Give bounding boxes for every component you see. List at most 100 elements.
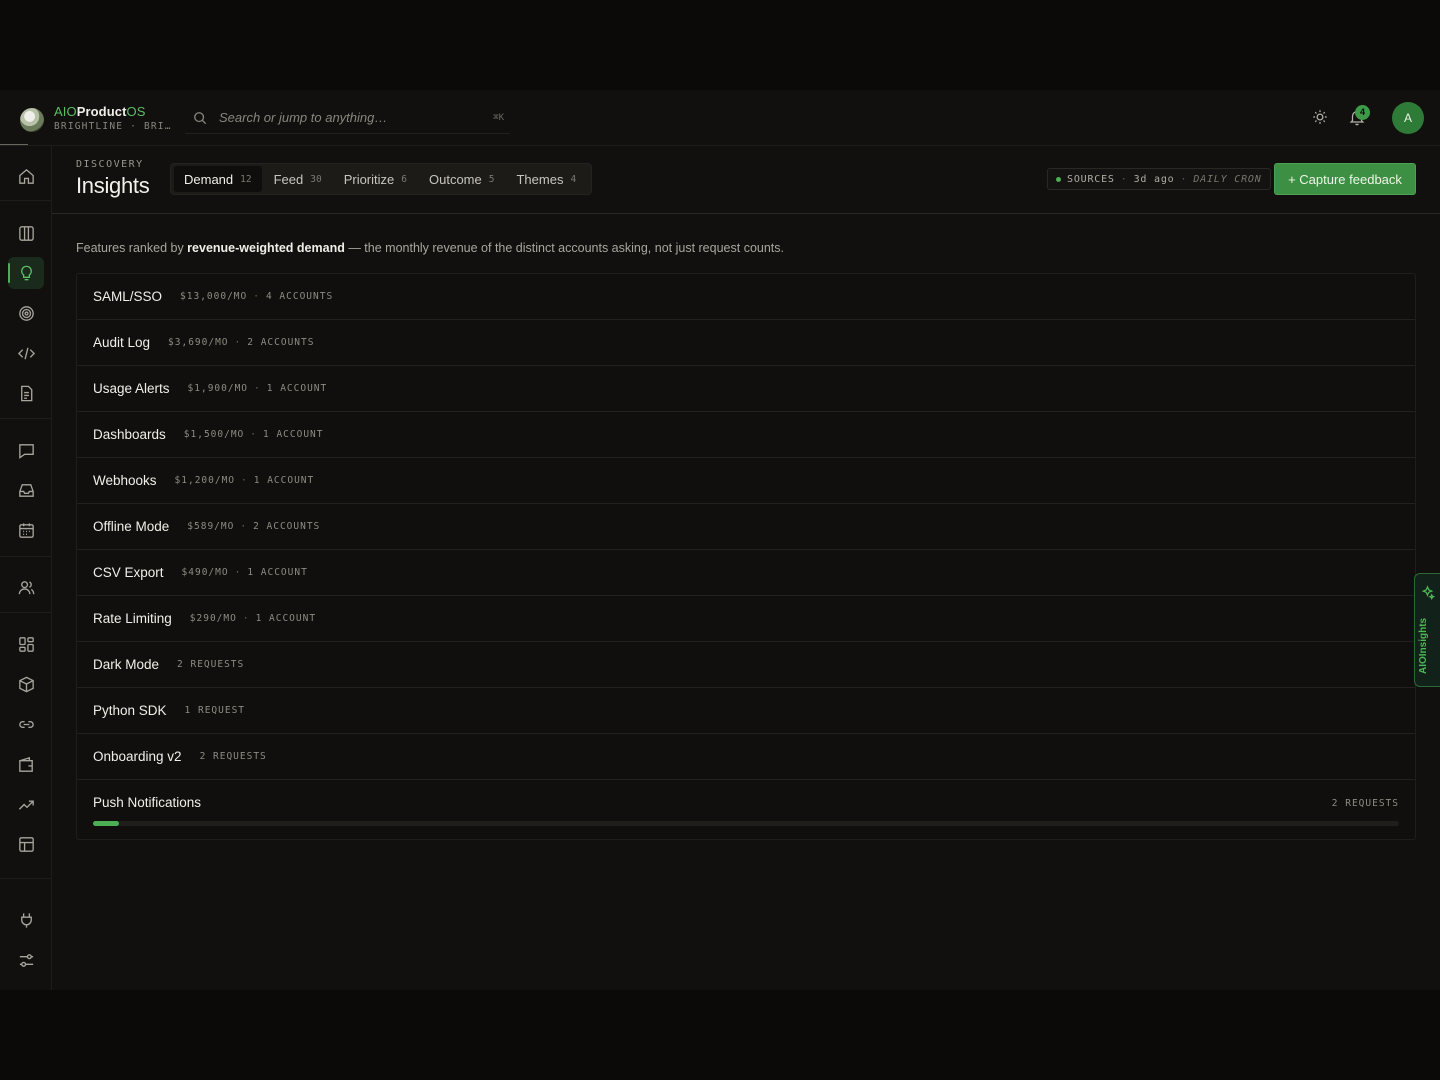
feature-name: Rate Limiting: [93, 611, 172, 626]
list-item[interactable]: Onboarding v2 2 REQUESTS: [77, 734, 1415, 780]
search-icon: [194, 111, 207, 124]
inbox-icon: [18, 483, 34, 497]
sidebar-item-inbox[interactable]: [8, 474, 44, 506]
feature-meta: $490/MO · 1 ACCOUNT: [181, 567, 308, 578]
list-item[interactable]: Webhooks $1,200/MO · 1 ACCOUNT: [77, 458, 1415, 504]
feature-name: Dashboards: [93, 427, 166, 442]
sliders-icon: [19, 953, 33, 967]
sidebar-item-trends[interactable]: [8, 788, 44, 820]
target-icon: [18, 305, 34, 321]
app-window: AIOProductOS BRIGHTLINE · BRI… Search or…: [0, 90, 1440, 990]
feature-meta: $290/MO · 1 ACCOUNT: [189, 613, 317, 624]
trending-up-icon: [18, 800, 34, 810]
demand-progress-fill: [93, 821, 120, 826]
home-icon: [18, 168, 34, 184]
sidebar-divider: [0, 556, 52, 557]
message-icon: [18, 443, 34, 459]
sidebar-item-packages[interactable]: [8, 668, 44, 700]
sidebar-item-calendar[interactable]: [8, 514, 44, 546]
list-item[interactable]: Offline Mode $589/MO · 2 ACCOUNTS: [77, 504, 1415, 550]
top-bar: AIOProductOS BRIGHTLINE · BRI… Search or…: [0, 90, 1440, 146]
page-title: Insights: [76, 173, 150, 198]
feature-meta: $589/MO · 2 ACCOUNTS: [187, 521, 321, 532]
list-item[interactable]: Dashboards $1,500/MO · 1 ACCOUNT: [77, 412, 1415, 458]
intro-text: Features ranked by revenue-weighted dema…: [76, 241, 784, 255]
document-icon: [20, 385, 32, 401]
link-icon: [18, 720, 34, 728]
sidebar: [0, 146, 52, 990]
main-content: DISCOVERY Insights Demand 12 Feed 30 Prior…: [52, 146, 1440, 990]
feature-name: Offline Mode: [93, 519, 170, 534]
search-placeholder: Search or jump to anything…: [219, 110, 388, 125]
feature-meta: $3,690/MO · 2 ACCOUNTS: [168, 337, 315, 348]
sun-icon[interactable]: [1311, 108, 1329, 126]
sidebar-divider: [0, 200, 52, 201]
sidebar-divider: [0, 612, 52, 613]
tab-outcome[interactable]: Outcome 5: [419, 166, 504, 192]
tab-demand[interactable]: Demand 12: [174, 166, 262, 192]
tab-prioritize[interactable]: Prioritize 6: [334, 166, 417, 192]
sidebar-item-links[interactable]: [8, 708, 44, 740]
feature-name: Python SDK: [93, 703, 167, 718]
list-item[interactable]: Push Notifications 2 REQUESTS: [77, 780, 1415, 840]
cube-icon: [18, 676, 34, 692]
list-item[interactable]: Rate Limiting $290/MO · 1 ACCOUNT: [77, 596, 1415, 642]
feature-meta: $1,900/MO · 1 ACCOUNT: [187, 383, 328, 394]
sidebar-item-home[interactable]: [8, 160, 44, 192]
sidebar-item-docs[interactable]: [8, 377, 44, 409]
list-item[interactable]: Python SDK 1 REQUEST: [77, 688, 1415, 734]
brand-divider: [0, 144, 28, 145]
list-item[interactable]: SAML/SSO $13,000/MO · 4 ACCOUNTS: [77, 274, 1415, 320]
feature-name: Usage Alerts: [93, 381, 170, 396]
tab-themes[interactable]: Themes 4: [506, 166, 586, 192]
sidebar-item-wallet[interactable]: [8, 748, 44, 780]
sidebar-divider: [0, 878, 52, 879]
tab-bar: Demand 12 Feed 30 Prioritize 6 Outcome 5 The…: [170, 163, 593, 195]
feature-name: Webhooks: [93, 473, 157, 488]
capture-feedback-button[interactable]: + Capture feedback: [1274, 163, 1416, 195]
status-dot: [1056, 176, 1061, 182]
sidebar-item-widgets[interactable]: [8, 628, 44, 660]
search-shortcut: ⌘K: [493, 112, 504, 123]
table-icon: [18, 836, 34, 852]
sidebar-item-people[interactable]: [8, 571, 44, 603]
demand-list: SAML/SSO $13,000/MO · 4 ACCOUNTS Audit Log…: [76, 273, 1416, 840]
feature-name: Audit Log: [93, 335, 151, 350]
sidebar-item-messages[interactable]: [8, 434, 44, 466]
sidebar-item-board[interactable]: [8, 217, 44, 249]
lightbulb-icon: [20, 265, 32, 280]
side-panel-label: AIOInsights: [1418, 617, 1429, 674]
sidebar-item-goals[interactable]: [8, 297, 44, 329]
aioinsights-panel-toggle[interactable]: AIOInsights: [1414, 573, 1440, 687]
feature-meta: 2 REQUESTS: [177, 659, 245, 670]
brand[interactable]: AIOProductOS BRIGHTLINE · BRI…: [20, 104, 172, 132]
list-item[interactable]: Usage Alerts $1,900/MO · 1 ACCOUNT: [77, 366, 1415, 412]
list-item[interactable]: Audit Log $3,690/MO · 2 ACCOUNTS: [77, 320, 1415, 366]
list-item[interactable]: Dark Mode 2 REQUESTS: [77, 642, 1415, 688]
sparkle-icon: [1421, 585, 1435, 600]
brand-name: AIOProductOS: [54, 104, 146, 119]
demand-progress-bar: [93, 821, 1399, 826]
sidebar-item-tables[interactable]: [8, 828, 44, 860]
tab-feed[interactable]: Feed 30: [264, 166, 332, 192]
sidebar-item-insights[interactable]: [8, 257, 44, 289]
sources-status[interactable]: SOURCES · 3d ago · DAILY CRON: [1047, 168, 1271, 190]
grid-icon: [18, 636, 34, 652]
columns-icon: [18, 225, 34, 241]
feature-meta: 1 REQUEST: [184, 705, 246, 716]
sidebar-item-settings[interactable]: [8, 944, 44, 976]
sidebar-item-code[interactable]: [8, 337, 44, 369]
search-input[interactable]: Search or jump to anything… ⌘K: [185, 102, 510, 134]
brand-logo: [20, 108, 44, 132]
feature-meta: $1,200/MO · 1 ACCOUNT: [174, 475, 315, 486]
feature-meta: 2 REQUESTS: [199, 751, 267, 762]
avatar[interactable]: A: [1392, 102, 1424, 134]
feature-meta: 2 REQUESTS: [1331, 798, 1399, 809]
feature-name: Onboarding v2: [93, 749, 182, 764]
list-item[interactable]: CSV Export $490/MO · 1 ACCOUNT: [77, 550, 1415, 596]
feature-meta: $13,000/MO · 4 ACCOUNTS: [180, 291, 334, 302]
feature-name: Dark Mode: [93, 657, 160, 672]
sidebar-item-integrations[interactable]: [8, 904, 44, 936]
section-kicker: DISCOVERY: [76, 159, 144, 170]
feature-name: Push Notifications: [93, 795, 202, 810]
